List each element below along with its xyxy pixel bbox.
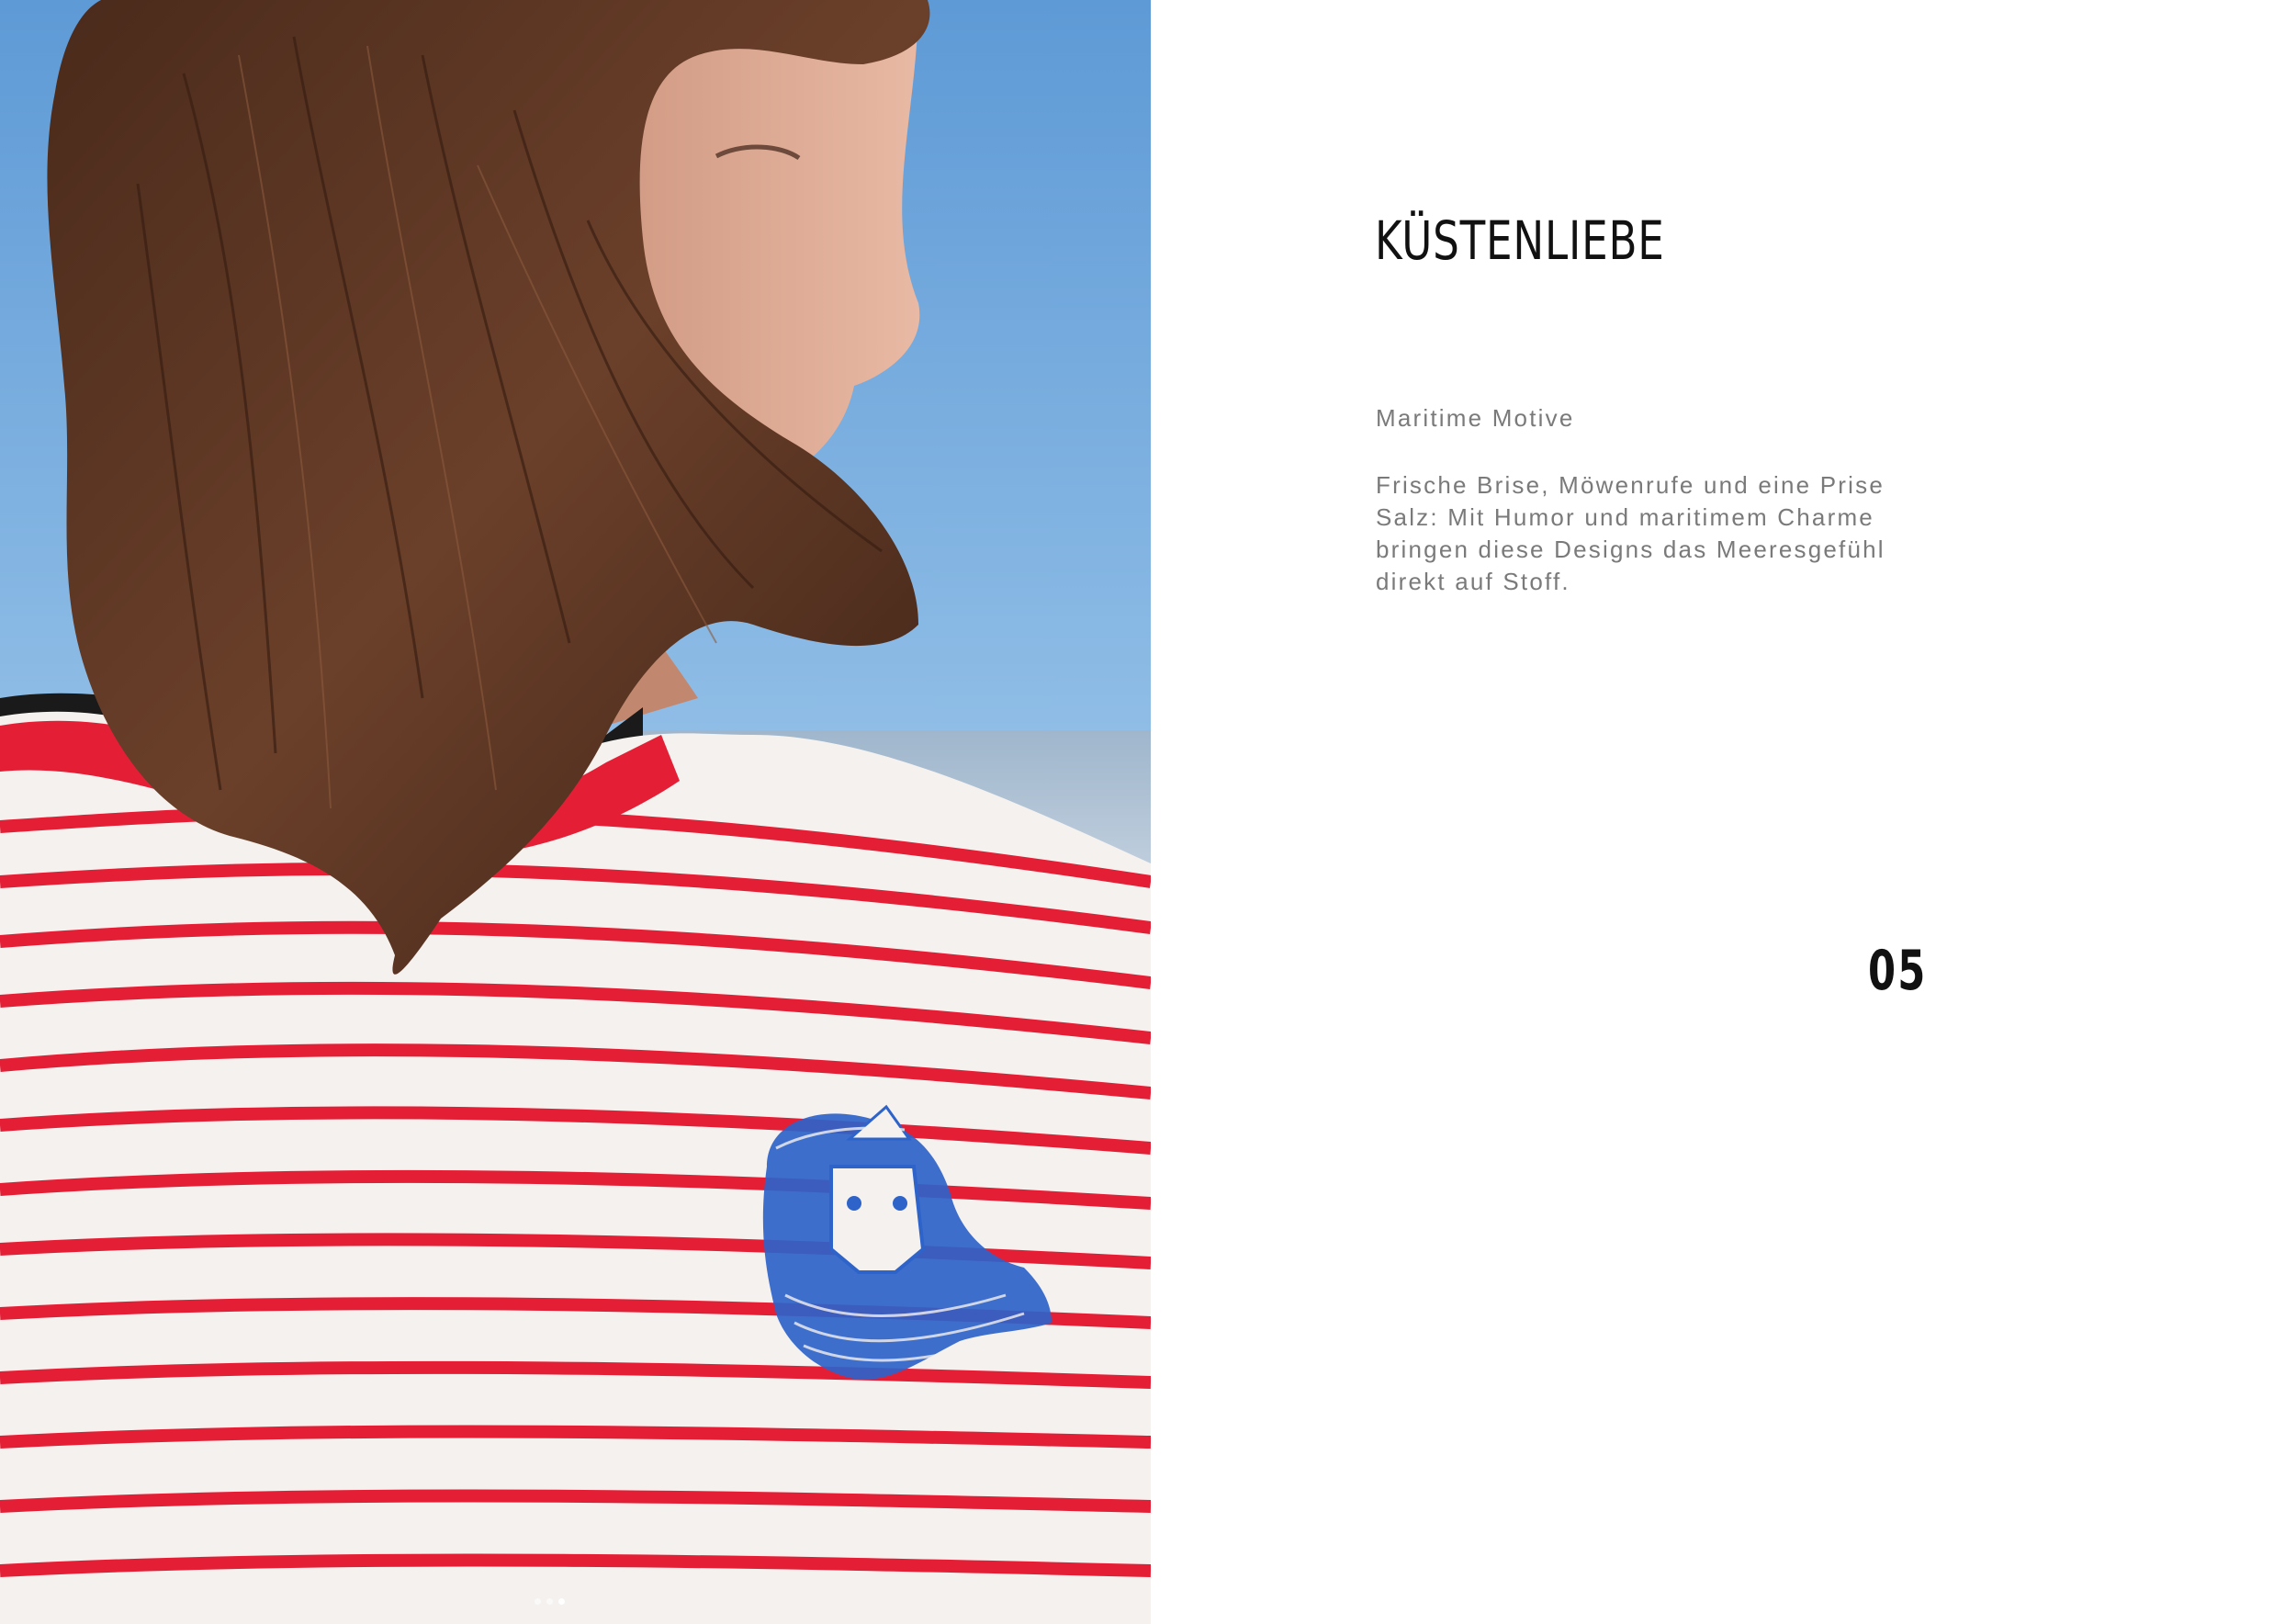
description-text: Frische Brise, Möwenrufe und eine Prise … [1376, 471, 1885, 595]
page-number: 05 [1868, 939, 1928, 1003]
carousel-dot-active[interactable] [558, 1598, 565, 1605]
section-subtitle: Maritime Motive [1376, 404, 1575, 432]
page-title: KÜSTENLIEBE [1375, 209, 1665, 272]
model-photo [0, 0, 1151, 1624]
carousel-dot[interactable] [535, 1598, 541, 1605]
woman-in-striped-shirt-photo [0, 0, 1151, 1624]
carousel-dot[interactable] [546, 1598, 553, 1605]
carousel-indicator[interactable] [535, 1598, 565, 1605]
catalog-page: KÜSTENLIEBE Maritime Motive Frische Bris… [0, 0, 2296, 1624]
